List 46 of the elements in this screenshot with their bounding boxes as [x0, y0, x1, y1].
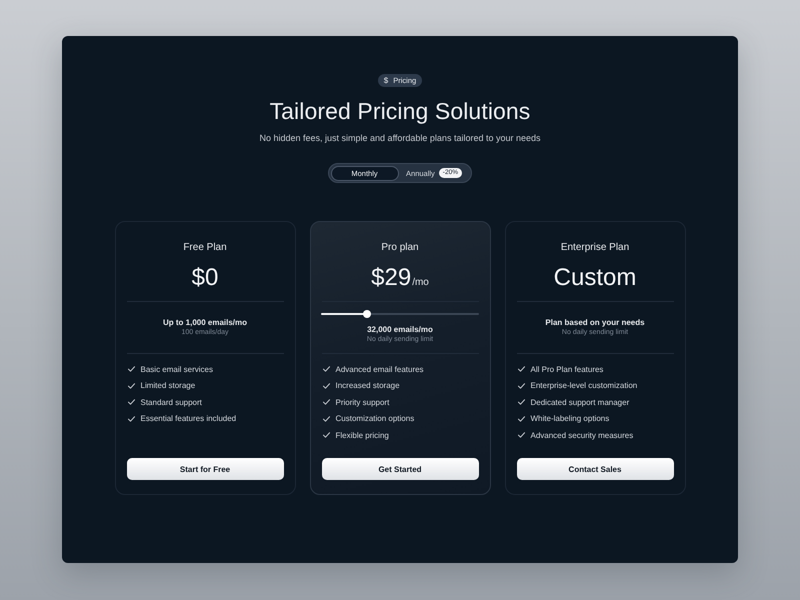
email-limit: Plan based on your needs	[545, 317, 645, 328]
check-icon	[518, 432, 524, 438]
feature-text: Advanced security measures	[530, 430, 634, 440]
check-icon	[518, 382, 524, 389]
check-icon	[322, 399, 330, 406]
check-icon	[128, 399, 134, 406]
check-icon	[322, 432, 330, 438]
feature-text: Customization options	[336, 414, 414, 424]
feature-text: White-labeling options	[530, 414, 610, 424]
feature-text: Advanced email features	[336, 364, 424, 374]
currency-symbol: $	[384, 76, 388, 85]
feature-text: Essential features included	[140, 414, 236, 424]
plan-cta-button[interactable]: Start for Free	[126, 458, 284, 480]
feature-text: Dedicated support manager	[530, 398, 630, 407]
feature-text: Basic email services	[140, 364, 213, 374]
feature-text: Increased storage	[336, 381, 400, 390]
email-limit: Up to 1,000 emails/mo	[162, 317, 248, 328]
price-period: /mo	[412, 277, 429, 288]
plan-price: Custom	[554, 264, 636, 292]
check-icon	[128, 366, 134, 372]
email-limit: 32,000 emails/mo	[367, 324, 433, 335]
feature-text: Priority support	[336, 398, 390, 407]
check-icon	[518, 399, 524, 406]
plan-cta-button[interactable]: Contact Sales	[516, 458, 674, 480]
email-volume-slider[interactable]	[321, 310, 479, 318]
plan-cta-button[interactable]: Get Started	[322, 458, 478, 480]
slider-thumb[interactable]	[362, 310, 371, 318]
check-icon	[518, 366, 524, 372]
plan-price: $29	[371, 264, 412, 292]
feature-text: Flexible pricing	[336, 430, 389, 440]
page-title: Tailored Pricing Solutions	[270, 97, 530, 125]
feature-text: Limited storage	[140, 381, 196, 390]
plan-name: Free Plan	[182, 241, 228, 255]
plan-name: Pro plan	[380, 241, 420, 255]
feature-text: Enterprise-level customization	[530, 381, 638, 390]
check-icon	[518, 416, 524, 422]
check-icon	[322, 416, 330, 422]
check-icon	[128, 382, 134, 389]
check-icon	[128, 416, 134, 422]
check-icon	[322, 382, 330, 389]
plan-name: Enterprise Plan	[560, 241, 630, 255]
page-subtitle: No hidden fees, just simple and affordable plans tailored to your needs	[259, 132, 540, 145]
feature-text: All Pro Plan features	[530, 364, 604, 374]
plan-price: $0	[192, 264, 218, 292]
feature-text: Standard support	[140, 398, 202, 407]
check-icon	[322, 366, 330, 372]
